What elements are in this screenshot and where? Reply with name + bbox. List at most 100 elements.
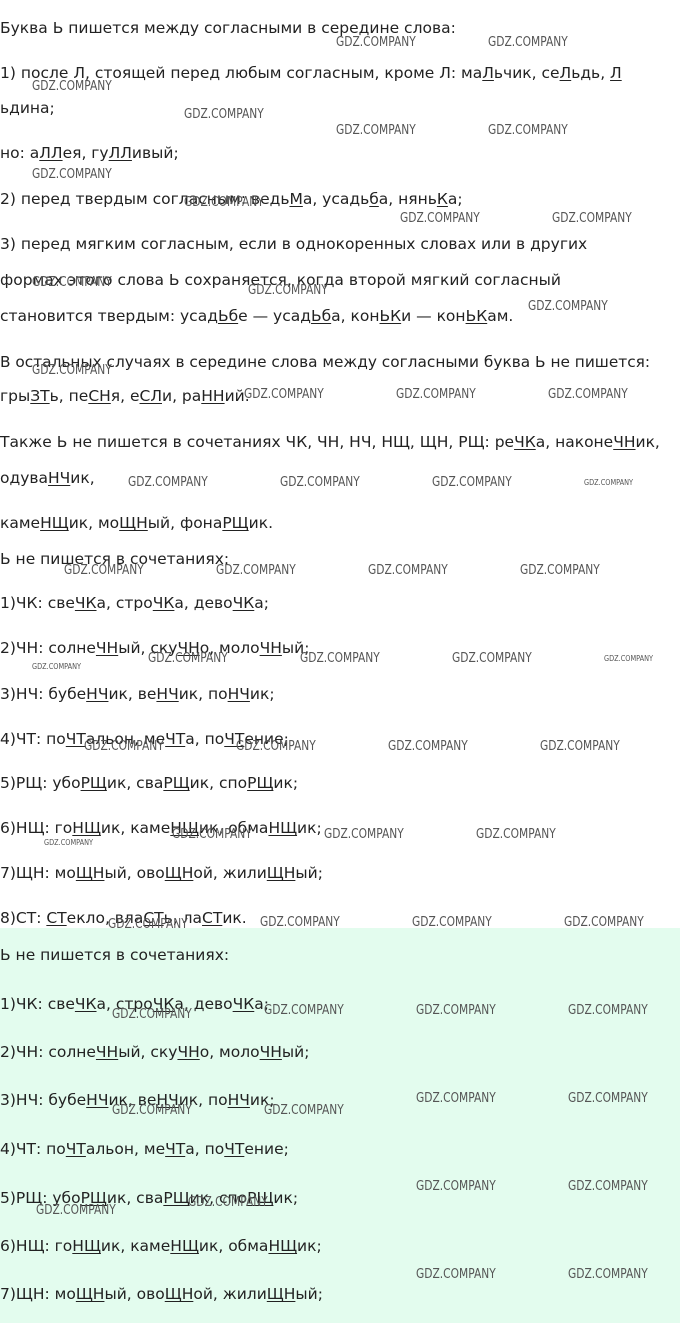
underlined-letters: ЩН — [164, 864, 194, 882]
watermark: GDZ.COMPANY — [184, 195, 264, 210]
watermark: GDZ.COMPANY — [64, 563, 144, 578]
text-line: становится твердым: усадЬбе — усадЬба, к… — [0, 306, 513, 326]
watermark: GDZ.COMPANY — [264, 1103, 344, 1118]
text-line: 2)ЧН: солнеЧНый, скуЧНо, молоЧНый; — [0, 1042, 309, 1062]
watermark: GDZ.COMPANY — [568, 1267, 648, 1282]
watermark: GDZ.COMPANY — [184, 107, 264, 122]
watermark: GDZ.COMPANY — [488, 123, 568, 138]
text-segment: ик; — [249, 685, 275, 703]
watermark: GDZ.COMPANY — [540, 739, 620, 754]
underlined-letters: ЗТ — [30, 387, 50, 405]
text-segment: 4)ЧТ: по — [0, 730, 66, 748]
watermark: GDZ.COMPANY — [112, 1007, 192, 1022]
watermark: GDZ.COMPANY — [188, 1195, 268, 1210]
text-segment: ьчик, се — [493, 64, 560, 82]
text-segment: я, е — [110, 387, 140, 405]
text-segment: а, кон — [331, 307, 380, 325]
underlined-letters: ЩН — [119, 514, 148, 532]
watermark: GDZ.COMPANY — [400, 211, 480, 226]
watermark: GDZ.COMPANY — [412, 915, 492, 930]
watermark: GDZ.COMPANY — [488, 35, 568, 50]
text-segment: ьдь, — [571, 64, 611, 82]
text-segment: а, нянь — [378, 190, 437, 208]
watermark: GDZ.COMPANY — [568, 1091, 648, 1106]
watermark: GDZ.COMPANY — [416, 1267, 496, 1282]
watermark: GDZ.COMPANY — [244, 387, 324, 402]
text-segment: ик; — [297, 1237, 322, 1255]
underlined-letters: ЧТ — [224, 1140, 245, 1158]
text-segment: 5)РЩ: убо — [0, 774, 81, 792]
underlined-letters: ЧН — [95, 639, 119, 657]
text-line: 6)НЩ: гоНЩик, камеНЩик, обмаНЩик; — [0, 818, 322, 838]
watermark: GDZ.COMPANY — [324, 827, 404, 842]
underlined-letters: ЬК — [379, 307, 402, 325]
underlined-letters: НЧ — [48, 469, 71, 487]
watermark: GDZ.COMPANY — [264, 1003, 344, 1018]
underlined-letters: ЩН — [266, 864, 296, 882]
underlined-letters: НЩ — [268, 1237, 298, 1255]
text-segment: а, дево — [174, 594, 233, 612]
underlined-letters: ЧК — [74, 995, 97, 1013]
text-segment: 2)ЧН: солне — [0, 1043, 96, 1061]
underlined-letters: ЩН — [266, 1285, 296, 1303]
text-segment: одува — [0, 469, 49, 487]
text-segment: ик, каме — [100, 1237, 171, 1255]
text-segment: 8)СТ: — [0, 909, 47, 927]
text-line: 7)ЩН: моЩНый, овоЩНой, жилиЩНый; — [0, 863, 323, 883]
text-line: 4)ЧТ: поЧТальон, меЧТа, поЧТение; — [0, 1139, 289, 1159]
text-line: 3) перед мягким согласным, если в одноко… — [0, 234, 587, 254]
underlined-letters: ЧН — [95, 1043, 119, 1061]
watermark: GDZ.COMPANY — [604, 654, 654, 663]
text-segment: ик, по — [178, 685, 228, 703]
watermark: GDZ.COMPANY — [44, 838, 94, 847]
underlined-letters: СТ — [202, 909, 223, 927]
underlined-letters: РЩ — [247, 774, 274, 792]
watermark: GDZ.COMPANY — [148, 651, 228, 666]
text-segment: ый; — [281, 1043, 310, 1061]
text-segment: ея, гу — [62, 144, 109, 162]
watermark: GDZ.COMPANY — [32, 167, 112, 182]
underlined-letters: РЩ — [163, 774, 190, 792]
underlined-letters: ЧК — [152, 594, 175, 612]
watermark: GDZ.COMPANY — [432, 475, 512, 490]
underlined-letters: РЩ — [80, 774, 107, 792]
watermark: GDZ.COMPANY — [108, 917, 188, 932]
watermark: GDZ.COMPANY — [32, 79, 112, 94]
underlined-letters: Л — [559, 64, 572, 82]
text-segment: ый; — [295, 1285, 323, 1303]
text-segment: но: а — [0, 144, 40, 162]
text-segment: 6)НЩ: го — [0, 1237, 73, 1255]
text-segment: гры — [0, 387, 31, 405]
underlined-letters: ЬК — [465, 307, 488, 325]
answer-highlight-panel — [0, 928, 680, 1323]
underlined-letters: НЧ — [86, 1091, 109, 1109]
underlined-letters: ЛЛ — [108, 144, 132, 162]
text-segment: 3)НЧ: бубе — [0, 1091, 87, 1109]
text-segment: 2)ЧН: солне — [0, 639, 96, 657]
underlined-letters: Ьб — [310, 307, 332, 325]
underlined-letters: НЩ — [170, 1237, 199, 1255]
watermark: GDZ.COMPANY — [236, 739, 316, 754]
text-line: одуваНЧик, — [0, 468, 95, 488]
text-segment: ивый; — [131, 144, 179, 162]
underlined-letters: СЛ — [139, 387, 162, 405]
underlined-letters: М — [289, 190, 303, 208]
text-line: грыЗТь, пеСНя, еСЛи, раННий. — [0, 386, 250, 406]
text-line: но: аЛЛея, гуЛЛивый; — [0, 143, 179, 163]
underlined-letters: НЩ — [40, 514, 69, 532]
text-segment: 3) перед мягким согласным, если в одноко… — [0, 235, 588, 253]
watermark: GDZ.COMPANY — [564, 915, 644, 930]
underlined-letters: СТ — [46, 909, 67, 927]
underlined-letters: ЩН — [75, 864, 105, 882]
text-segment: 1)ЧК: све — [0, 995, 75, 1013]
watermark: GDZ.COMPANY — [396, 387, 476, 402]
text-segment: е — усад — [238, 307, 311, 325]
text-segment: а, стро — [96, 594, 153, 612]
text-segment: ый; — [295, 864, 323, 882]
underlined-letters: Л — [482, 64, 494, 82]
text-segment: о, моло — [199, 1043, 260, 1061]
text-segment: ьдина; — [0, 99, 55, 117]
text-segment: а, по — [185, 730, 225, 748]
text-segment: ик, обма — [198, 1237, 269, 1255]
underlined-letters: К — [436, 190, 448, 208]
